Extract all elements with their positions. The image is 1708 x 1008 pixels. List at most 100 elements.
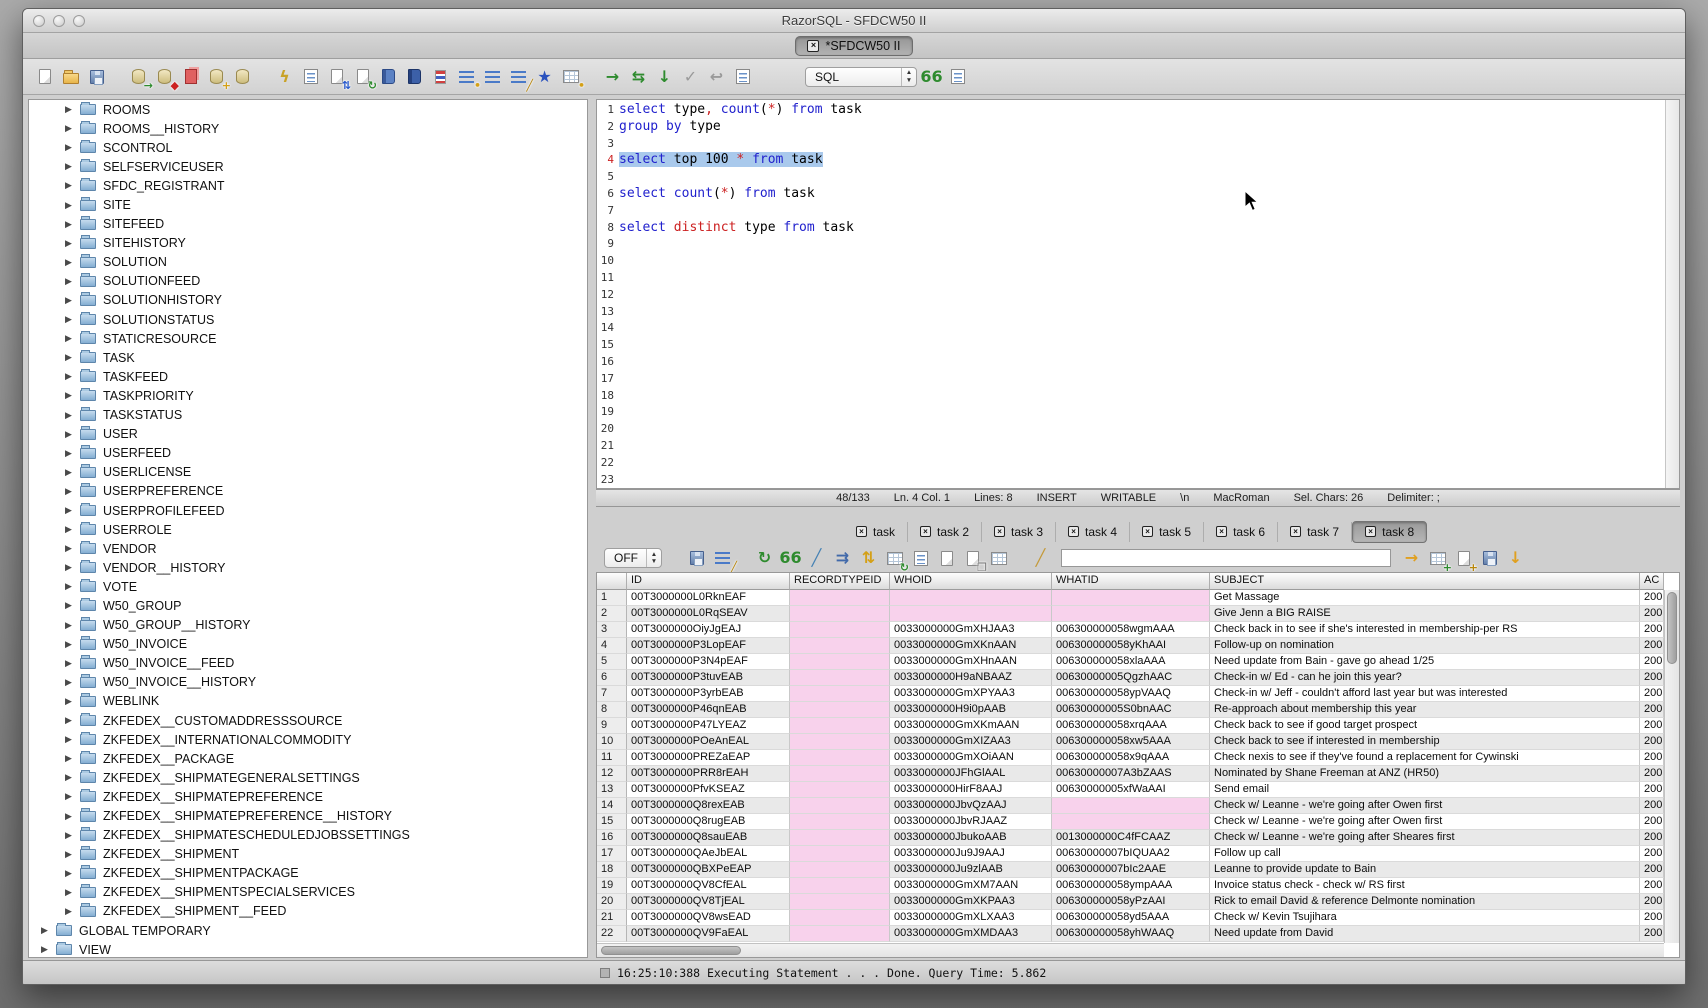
- column-header-AC[interactable]: AC: [1640, 573, 1664, 590]
- table-row[interactable]: 1300T3000000PfvKSEAZ0033000000HirF8AAJ00…: [597, 782, 1664, 798]
- favorites-star-icon[interactable]: ★: [533, 65, 556, 88]
- cell-ac[interactable]: 200: [1640, 894, 1664, 910]
- editor-line[interactable]: 14: [597, 320, 1665, 337]
- notes-add-icon[interactable]: +: [1452, 547, 1475, 570]
- cell-whoid[interactable]: [890, 606, 1052, 622]
- editor-line[interactable]: 21: [597, 438, 1665, 455]
- horizontal-splitter[interactable]: [596, 507, 1680, 519]
- cell-recordtypeid[interactable]: [790, 750, 890, 766]
- editor-line[interactable]: 20: [597, 421, 1665, 438]
- disclosure-triangle-icon[interactable]: ▶: [65, 486, 80, 497]
- editor-line[interactable]: 19: [597, 404, 1665, 421]
- cell-subject[interactable]: Check w/ Leanne - we're going after Shea…: [1210, 830, 1640, 846]
- result-tab-task-6[interactable]: ×task 6: [1204, 522, 1278, 542]
- editor-line[interactable]: 23: [597, 472, 1665, 488]
- cell-whatid[interactable]: 00630000005QgzhAAC: [1052, 670, 1210, 686]
- copy-icon[interactable]: [179, 65, 202, 88]
- disclosure-triangle-icon[interactable]: ▶: [65, 868, 80, 879]
- cell-id[interactable]: 00T3000000QAeJbEAL: [627, 846, 790, 862]
- cell-subject[interactable]: Check-in w/ Jeff - couldn't afford last …: [1210, 686, 1640, 702]
- results-search-input[interactable]: [1061, 549, 1391, 567]
- tree-item-solutionstatus[interactable]: ▶SOLUTIONSTATUS: [29, 310, 587, 329]
- cell-subject[interactable]: Need update from Bain - gave go ahead 1/…: [1210, 654, 1640, 670]
- column-header-WHOID[interactable]: WHOID: [890, 573, 1052, 590]
- table-row[interactable]: 1100T3000000PREZaEAP0033000000GmXOiAAN00…: [597, 750, 1664, 766]
- cell-whoid[interactable]: 0033000000GmXHJAA3: [890, 622, 1052, 638]
- cell-whatid[interactable]: 006300000058xlaAAA: [1052, 654, 1210, 670]
- cell-whatid[interactable]: 006300000058yPzAAI: [1052, 894, 1210, 910]
- table-row[interactable]: 1800T3000000QBXPeEAP0033000000Ju9zlAAB00…: [597, 862, 1664, 878]
- table-row[interactable]: 2100T3000000QV8wsEAD0033000000GmXLXAA300…: [597, 910, 1664, 926]
- editor-line[interactable]: 17: [597, 371, 1665, 388]
- cell-whatid[interactable]: 006300000058x9qAAA: [1052, 750, 1210, 766]
- editor-scrollbar[interactable]: [1665, 100, 1679, 488]
- cell-whatid[interactable]: [1052, 814, 1210, 830]
- cell-id[interactable]: 00T3000000PRR8rEAH: [627, 766, 790, 782]
- limit-select[interactable]: OFF ▲▼: [604, 548, 662, 568]
- cell-recordtypeid[interactable]: [790, 798, 890, 814]
- editor-line[interactable]: 11: [597, 270, 1665, 287]
- cell-subject[interactable]: Check back in to see if she's interested…: [1210, 622, 1640, 638]
- cell-id[interactable]: 00T3000000L0RknEAF: [627, 590, 790, 606]
- cell-ac[interactable]: 200: [1640, 622, 1664, 638]
- sql-editor[interactable]: 1select type, count(*) from task2group b…: [597, 100, 1665, 488]
- editor-line[interactable]: 13: [597, 304, 1665, 321]
- cell-whatid[interactable]: 006300000058xw5AAA: [1052, 734, 1210, 750]
- cell-ac[interactable]: 200: [1640, 878, 1664, 894]
- rollback-icon[interactable]: ↩: [705, 65, 728, 88]
- table-row[interactable]: 200T3000000L0RqSEAVGive Jenn a BIG RAISE…: [597, 606, 1664, 622]
- tree-item-taskstatus[interactable]: ▶TASKSTATUS: [29, 406, 587, 425]
- tree-item-rooms__history[interactable]: ▶ROOMS__HISTORY: [29, 119, 587, 138]
- result-tab-task-8[interactable]: ×task 8: [1352, 521, 1427, 543]
- cell-id[interactable]: 00T3000000Q8rexEAB: [627, 798, 790, 814]
- disclosure-triangle-icon[interactable]: ▶: [65, 906, 80, 917]
- edit-cell-icon[interactable]: ╱: [805, 547, 828, 570]
- result-tab-task[interactable]: ×task: [844, 522, 908, 542]
- editor-line[interactable]: 4select top 100 * from task: [597, 152, 1665, 169]
- disclosure-triangle-icon[interactable]: ▶: [65, 200, 80, 211]
- cell-id[interactable]: 00T3000000POeAnEAL: [627, 734, 790, 750]
- tree-item-zkfedex__shipmatescheduledjobssettings[interactable]: ▶ZKFEDEX__SHIPMATESCHEDULEDJOBSSETTINGS: [29, 826, 587, 845]
- tree-item-w50_invoice__feed[interactable]: ▶W50_INVOICE__FEED: [29, 654, 587, 673]
- close-tab-icon[interactable]: ×: [1290, 526, 1301, 537]
- tree-item-solutionhistory[interactable]: ▶SOLUTIONHISTORY: [29, 291, 587, 310]
- tree-item-vote[interactable]: ▶VOTE: [29, 577, 587, 596]
- cell-id[interactable]: 00T3000000QBXPeEAP: [627, 862, 790, 878]
- tree-item-sitefeed[interactable]: ▶SITEFEED: [29, 215, 587, 234]
- editor-line[interactable]: 10: [597, 253, 1665, 270]
- cell-recordtypeid[interactable]: [790, 766, 890, 782]
- cell-recordtypeid[interactable]: [790, 734, 890, 750]
- cell-ac[interactable]: 200: [1640, 750, 1664, 766]
- cell-recordtypeid[interactable]: [790, 846, 890, 862]
- tree-item-w50_invoice__history[interactable]: ▶W50_INVOICE__HISTORY: [29, 673, 587, 692]
- editor-line[interactable]: 7: [597, 203, 1665, 220]
- tree-item-scontrol[interactable]: ▶SCONTROL: [29, 138, 587, 157]
- cell-subject[interactable]: Check w/ Leanne - we're going after Owen…: [1210, 798, 1640, 814]
- cell-ac[interactable]: 200: [1640, 590, 1664, 606]
- result-tab-task-7[interactable]: ×task 7: [1278, 522, 1352, 542]
- tree-item-w50_group__history[interactable]: ▶W50_GROUP__HISTORY: [29, 616, 587, 635]
- table-row[interactable]: 500T3000000P3N4pEAF0033000000GmXHnAAN006…: [597, 654, 1664, 670]
- tree-item-selfserviceuser[interactable]: ▶SELFSERVICEUSER: [29, 157, 587, 176]
- close-tab-icon[interactable]: ×: [920, 526, 931, 537]
- filter-results-icon[interactable]: ╱: [711, 547, 734, 570]
- cell-whatid[interactable]: 006300000058yhWAAQ: [1052, 926, 1210, 942]
- disclosure-triangle-icon[interactable]: ▶: [65, 257, 80, 268]
- result-tab-task-3[interactable]: ×task 3: [982, 522, 1056, 542]
- export-table-icon[interactable]: +: [1426, 547, 1449, 570]
- table-horizontal-scrollbar[interactable]: [597, 943, 1664, 957]
- cell-whoid[interactable]: 0033000000JbvQzAAJ: [890, 798, 1052, 814]
- cell-id[interactable]: 00T3000000P3tuvEAB: [627, 670, 790, 686]
- cell-whoid[interactable]: 0033000000JbukoAAB: [890, 830, 1052, 846]
- editor-line[interactable]: 5: [597, 169, 1665, 186]
- disclosure-triangle-icon[interactable]: ▶: [65, 505, 80, 516]
- disclosure-triangle-icon[interactable]: ▶: [65, 295, 80, 306]
- disclosure-triangle-icon[interactable]: ▶: [65, 562, 80, 573]
- row-format-icon[interactable]: [946, 65, 969, 88]
- cell-recordtypeid[interactable]: [790, 590, 890, 606]
- disclosure-triangle-icon[interactable]: ▶: [65, 677, 80, 688]
- table-row[interactable]: 100T3000000L0RknEAFGet Massage200: [597, 590, 1664, 606]
- cell-ac[interactable]: 200: [1640, 862, 1664, 878]
- cell-subject[interactable]: Nominated by Shane Freeman at ANZ (HR50): [1210, 766, 1640, 782]
- sort-rows-icon[interactable]: ⇅: [857, 547, 880, 570]
